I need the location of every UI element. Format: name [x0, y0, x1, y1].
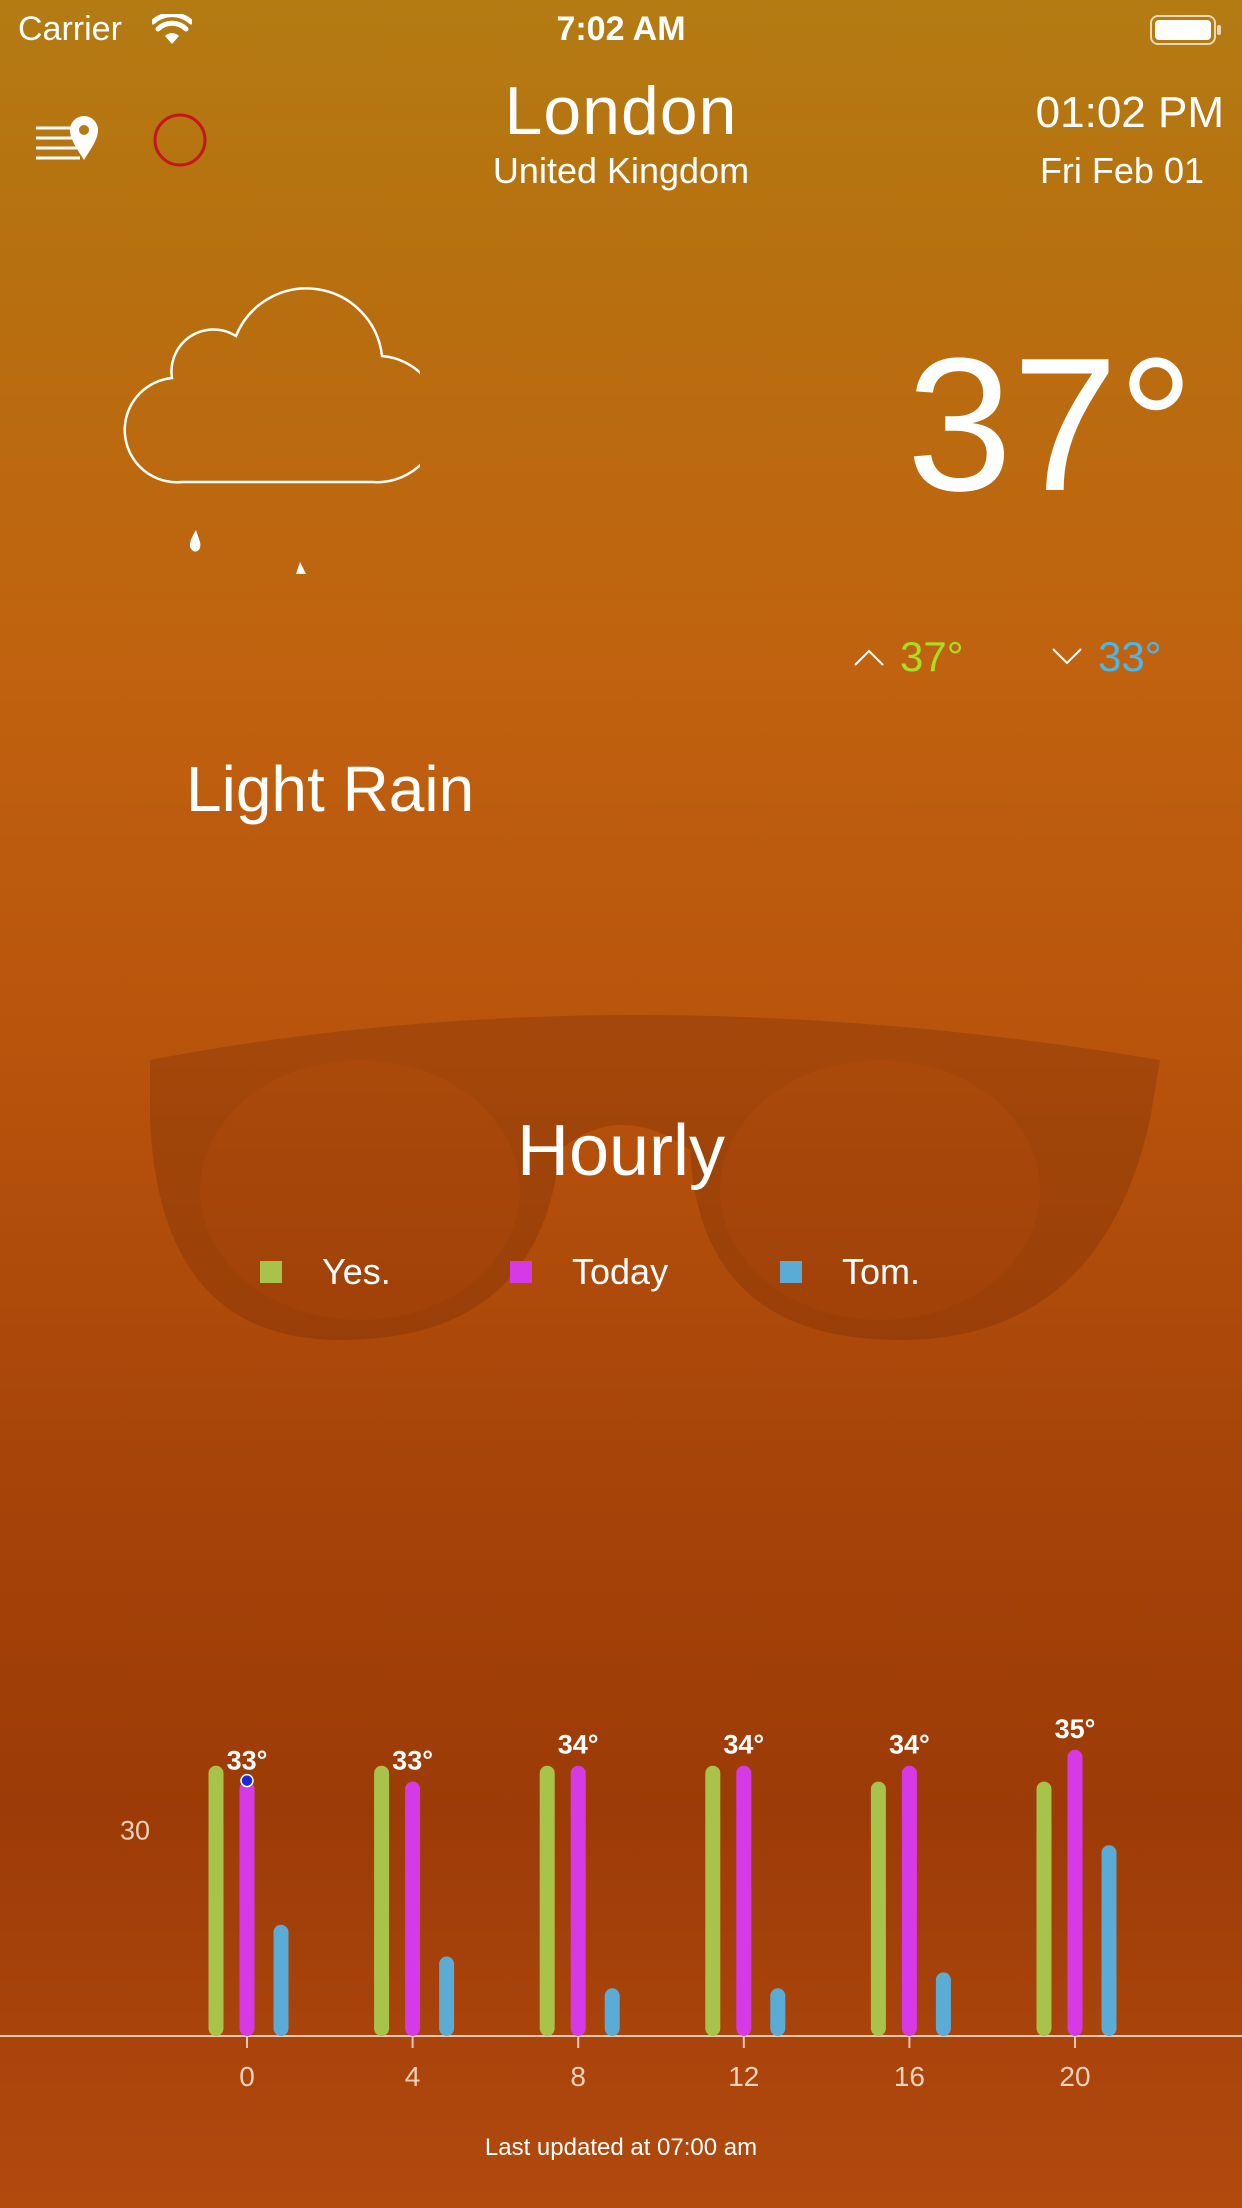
bar-tom-8: [604, 1988, 620, 2036]
status-bar: Carrier 7:02 AM: [0, 0, 1242, 60]
last-updated-label: Last updated at 07:00 am: [484, 2134, 758, 2161]
bar-tom-0: [273, 1924, 289, 2036]
data-label: 35°: [1055, 1714, 1096, 1744]
bar-yes-20: [1036, 1781, 1052, 2036]
legend-swatch-tomorrow: [780, 1261, 802, 1283]
bar-yes-4: [374, 1765, 390, 2036]
data-label: 33°: [392, 1746, 433, 1776]
legend-today: Today: [510, 1250, 668, 1294]
local-time: 01:02 PM: [1035, 88, 1224, 137]
local-date: Fri Feb 01: [1039, 150, 1204, 191]
bar-today-8: [570, 1765, 586, 2036]
status-time: 7:02 AM: [556, 10, 686, 48]
legend-label-tomorrow: Tom.: [842, 1251, 921, 1292]
data-label: 34°: [723, 1730, 764, 1760]
y-tick-label: 30: [120, 1815, 150, 1845]
legend-tomorrow: Tom.: [780, 1250, 920, 1294]
chevron-up-icon: [854, 649, 884, 666]
x-tick-label: 12: [728, 2061, 759, 2092]
battery-icon: [1150, 15, 1221, 45]
rain-cloud-icon: [123, 287, 420, 574]
legend-label-today: Today: [572, 1251, 669, 1292]
high-temperature-value: 37°: [900, 633, 964, 680]
low-temperature: 33°: [1050, 632, 1162, 682]
data-label: 33°: [227, 1746, 268, 1776]
legend-swatch-yesterday: [260, 1261, 282, 1283]
weather-condition: Light Rain: [186, 753, 475, 825]
data-label: 34°: [889, 1730, 930, 1760]
current-temperature: 37°: [906, 319, 1194, 531]
bar-yes-0: [208, 1765, 224, 2036]
bar-yes-16: [870, 1781, 886, 2036]
bar-tom-20: [1101, 1845, 1117, 2036]
data-label: 34°: [558, 1730, 599, 1760]
bar-today-16: [901, 1765, 917, 2036]
x-tick-label: 4: [405, 2061, 421, 2092]
current-hour-marker: [240, 1773, 254, 1788]
x-tick-label: 8: [570, 2061, 586, 2092]
hourly-title: Hourly: [516, 1111, 726, 1191]
bar-today-4: [405, 1781, 421, 2036]
legend-yesterday: Yes.: [260, 1250, 391, 1294]
bar-tom-16: [935, 1972, 951, 2036]
hourly-bar-chart: 3040033°433°834°1234°1634°2035°: [0, 1714, 1242, 2092]
chevron-down-icon: [1052, 648, 1082, 665]
legend-swatch-today: [510, 1261, 532, 1283]
bar-tom-4: [439, 1956, 455, 2036]
legend-label-yesterday: Yes.: [322, 1251, 391, 1292]
bar-yes-8: [539, 1765, 555, 2036]
bar-today-20: [1067, 1749, 1083, 2036]
bar-today-12: [736, 1765, 752, 2036]
high-temperature: 37°: [852, 632, 964, 682]
bar-yes-12: [705, 1765, 721, 2036]
x-tick-label: 20: [1059, 2061, 1090, 2092]
x-tick-label: 16: [894, 2061, 925, 2092]
x-tick-label: 0: [239, 2061, 255, 2092]
bar-today-0: [239, 1781, 255, 2036]
bar-tom-12: [770, 1988, 786, 2036]
low-temperature-value: 33°: [1098, 633, 1162, 680]
